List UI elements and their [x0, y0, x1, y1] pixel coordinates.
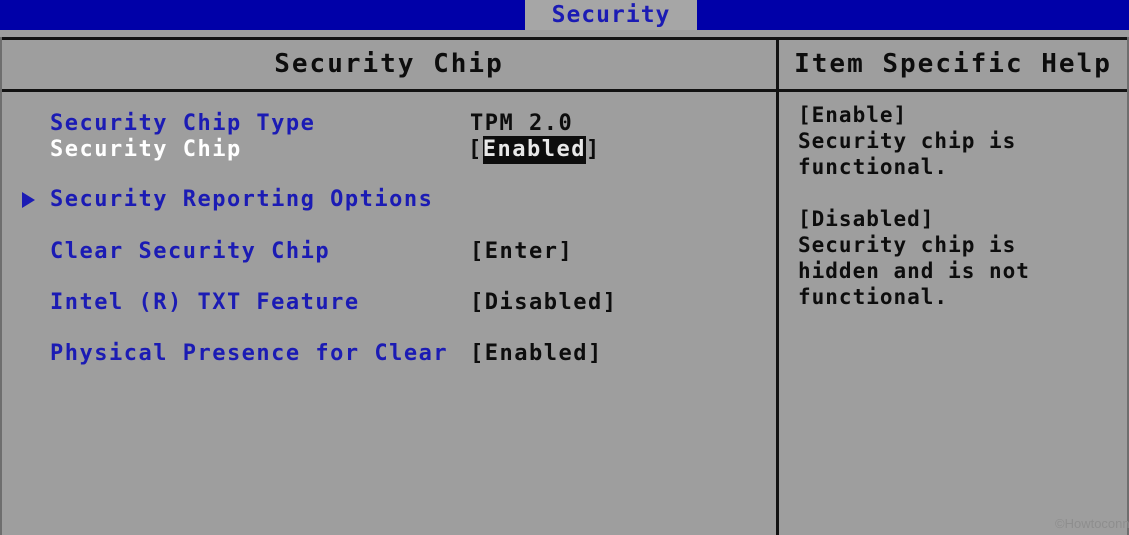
help-text-line: functional.	[798, 285, 949, 309]
setting-row-clear-security-chip[interactable]: Clear Security Chip [Enter]	[0, 239, 776, 265]
setting-value[interactable]: [Enter]	[470, 239, 573, 265]
submenu-arrow-icon	[22, 192, 35, 208]
tab-security[interactable]: Security	[525, 0, 697, 30]
value-bracket-open: [	[468, 137, 483, 162]
setting-value[interactable]: [Disabled]	[470, 290, 617, 316]
help-heading: [Enable]	[798, 103, 908, 127]
item-specific-help-content: [Enable] Security chip is functional. [D…	[780, 92, 1126, 535]
bios-setup-screen: Security Security Chip Item Specific Hel…	[0, 0, 1129, 535]
menu-tab-bar: Security	[0, 0, 1129, 30]
help-text-line: Security chip is	[798, 233, 1017, 257]
setting-row-physical-presence-for-clear[interactable]: Physical Presence for Clear [Enabled]	[0, 341, 776, 367]
setting-row-security-chip-type[interactable]: Security Chip Type TPM 2.0	[0, 111, 776, 137]
help-heading: [Disabled]	[798, 207, 935, 231]
settings-list: Security Chip Type TPM 2.0 Security Chip…	[0, 92, 776, 535]
value-inner-text: Enabled	[482, 136, 586, 164]
setting-label: Intel (R) TXT Feature	[50, 290, 360, 315]
setting-label: Security Chip Type	[50, 111, 316, 136]
setting-value-highlighted[interactable]: [Enabled]	[468, 136, 601, 164]
setting-label: Security Reporting Options	[50, 187, 434, 212]
panel-frame: Security Chip Item Specific Help Securit…	[0, 30, 1129, 535]
help-paragraph-enable: [Enable] Security chip is functional.	[798, 102, 1128, 180]
security-chip-panel-title: Security Chip	[274, 49, 504, 79]
frame-top-border	[0, 37, 1129, 40]
setting-row-security-chip[interactable]: Security Chip [Enabled]	[0, 136, 776, 164]
setting-label: Clear Security Chip	[50, 239, 331, 264]
setting-row-intel-txt-feature[interactable]: Intel (R) TXT Feature [Disabled]	[0, 290, 776, 316]
value-bracket-close: ]	[585, 137, 601, 162]
help-text-line: Security chip is	[798, 129, 1017, 153]
help-text-line: hidden and is not	[798, 259, 1030, 283]
help-text-line: functional.	[798, 155, 949, 179]
setting-label-selected: Security Chip	[50, 137, 242, 162]
setting-row-security-reporting-options[interactable]: Security Reporting Options	[0, 187, 776, 213]
setting-value[interactable]: [Enabled]	[470, 341, 603, 367]
setting-label: Physical Presence for Clear	[50, 341, 449, 366]
setting-value: TPM 2.0	[470, 111, 574, 136]
watermark: ©Howtoconnec	[1055, 516, 1129, 531]
help-paragraph-disabled: [Disabled] Security chip is hidden and i…	[798, 206, 1128, 310]
panel-divider	[776, 37, 779, 535]
item-specific-help-title: Item Specific Help	[794, 49, 1112, 79]
